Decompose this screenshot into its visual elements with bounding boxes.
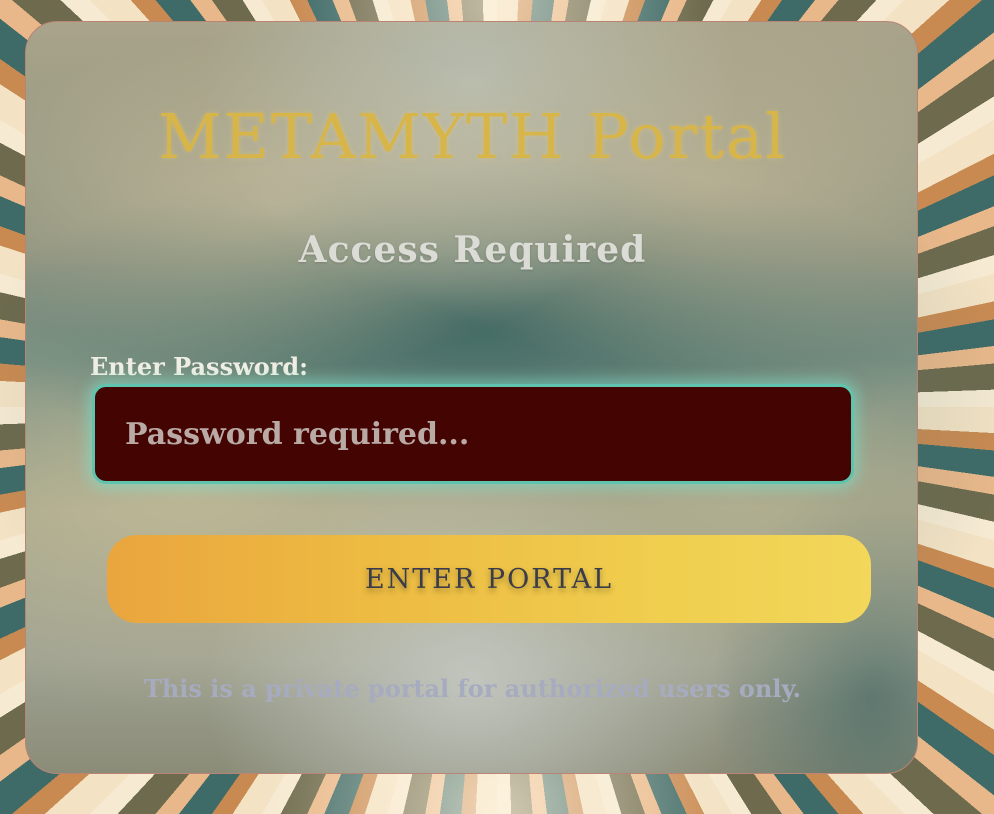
- password-input[interactable]: [92, 384, 854, 484]
- password-label: Enter Password:: [90, 352, 309, 381]
- private-portal-notice: This is a private portal for authorized …: [143, 674, 801, 703]
- portal-title: METAMYTH Portal: [158, 100, 787, 173]
- login-card: METAMYTH Portal Access Required Enter Pa…: [25, 21, 918, 774]
- enter-portal-button[interactable]: ENTER PORTAL: [107, 535, 871, 623]
- access-required-heading: Access Required: [298, 229, 647, 271]
